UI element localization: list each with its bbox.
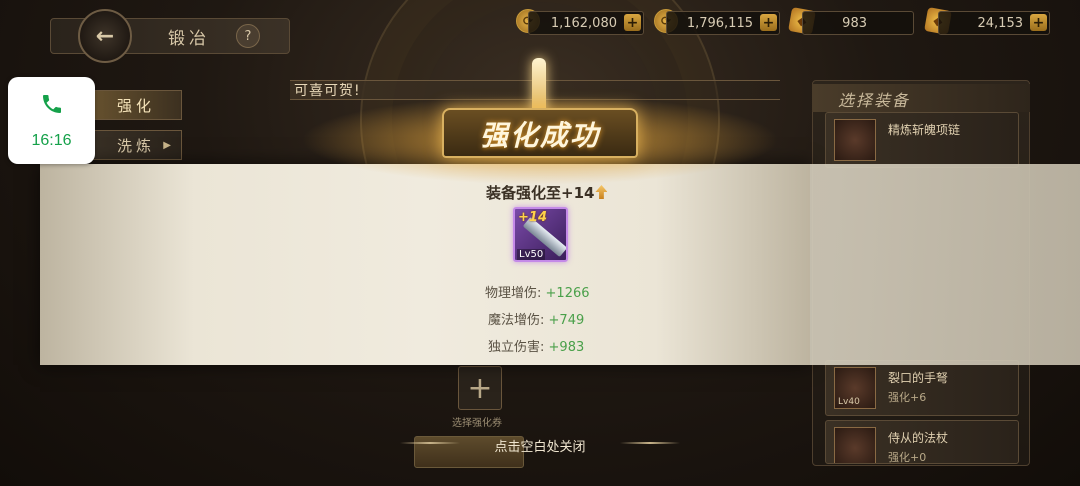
equipment-icon: +14 Lv50 xyxy=(513,207,568,262)
plus-icon: + xyxy=(467,370,493,406)
equipment-item[interactable]: Lv40 裂口的手弩 强化+6 xyxy=(825,360,1019,416)
tab-enhance[interactable]: 强化 xyxy=(82,90,182,120)
item-level: Lv50 xyxy=(517,249,546,260)
popup-overlay-right xyxy=(810,164,1080,365)
equipment-thumbnail xyxy=(834,427,876,463)
call-status-widget[interactable]: 16:16 xyxy=(8,77,95,164)
phone-icon xyxy=(40,92,64,120)
add-gold-button[interactable]: + xyxy=(624,14,641,31)
resource-gems: 983 xyxy=(802,11,914,35)
chevron-right-icon: ▶ xyxy=(163,139,175,151)
equipment-item[interactable]: 精炼斩魄项链 xyxy=(825,112,1019,168)
equipment-name: 裂口的手弩 xyxy=(888,371,949,385)
equipment-panel-title: 选择装备 xyxy=(812,84,1030,112)
stat-row: 独立伤害: +983 xyxy=(488,336,584,355)
stat-label: 物理增伤: xyxy=(485,286,542,301)
tab-enhance-label: 强化 xyxy=(117,96,156,115)
equipment-name: 侍从的法杖 xyxy=(888,431,949,445)
stat-label: 独立伤害: xyxy=(488,340,545,355)
stat-value: +1266 xyxy=(545,286,590,301)
equipment-enhance-level: 强化+0 xyxy=(888,451,927,464)
equipment-thumbnail xyxy=(834,119,876,161)
enhance-result-label: 装备强化至+14 xyxy=(486,184,595,202)
equipment-level: Lv40 xyxy=(838,397,860,407)
add-coins-button[interactable]: + xyxy=(760,14,777,31)
equipment-name: 精炼斩魄项链 xyxy=(888,123,961,137)
stat-value: +983 xyxy=(548,340,585,355)
equipment-thumbnail: Lv40 xyxy=(834,367,876,409)
add-diamonds-button[interactable]: + xyxy=(1030,14,1047,31)
success-popup xyxy=(40,164,810,365)
equipment-item[interactable]: 侍从的法杖 强化+0 xyxy=(825,420,1019,464)
help-button[interactable]: ? xyxy=(236,24,260,48)
select-ticket-slot[interactable]: + xyxy=(458,366,502,410)
equipment-enhance-level: 强化+6 xyxy=(888,391,927,404)
enhance-result-text: 装备强化至+14 xyxy=(486,182,608,203)
close-hint[interactable]: 点击空白处关闭 xyxy=(400,436,680,455)
stat-value: +749 xyxy=(548,313,585,328)
arrow-up-icon xyxy=(595,185,608,199)
stat-row: 物理增伤: +1266 xyxy=(485,282,590,301)
stat-label: 魔法增伤: xyxy=(488,313,545,328)
page-title: 锻冶 xyxy=(168,29,210,49)
select-ticket-label: 选择强化券 xyxy=(452,418,502,429)
tab-refine-label: 洗炼 xyxy=(117,136,156,155)
item-enhance-badge: +14 xyxy=(518,210,547,225)
tab-refine[interactable]: 洗炼 ▶ xyxy=(82,130,182,160)
call-duration: 16:16 xyxy=(31,131,72,149)
stat-row: 魔法增伤: +749 xyxy=(488,309,584,328)
success-title: 强化成功 xyxy=(479,119,600,152)
title-spike-ornament xyxy=(532,58,546,114)
back-button[interactable]: ← xyxy=(78,9,132,63)
